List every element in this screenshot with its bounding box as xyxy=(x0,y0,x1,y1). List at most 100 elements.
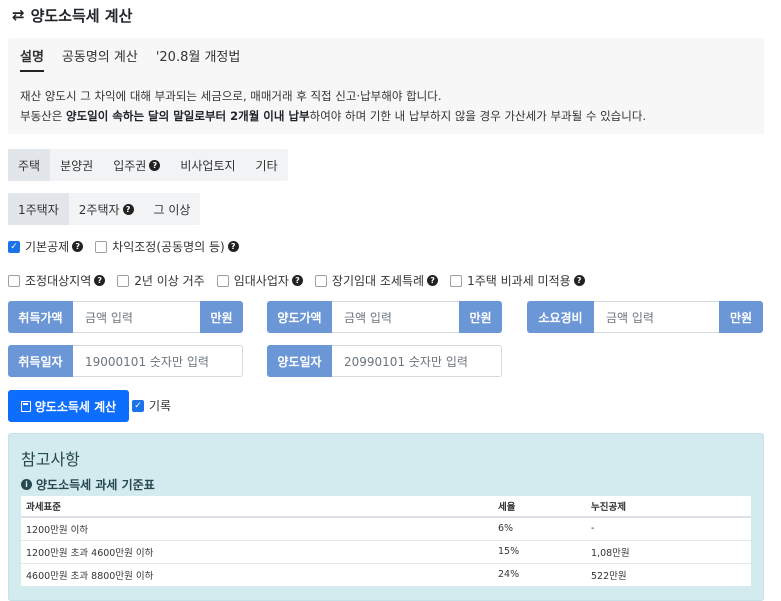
info-icon: i xyxy=(21,479,32,490)
non-taxable-exclusion-checkbox[interactable]: 1주택 비과세 미적용? xyxy=(450,272,585,289)
tab-2020-amendment[interactable]: '20.8월 개정법 xyxy=(156,46,241,72)
basic-deduction-checkbox[interactable]: 기본공제? xyxy=(8,238,84,255)
tab-one-house-label: 1주택자 xyxy=(18,202,59,217)
transfer-date-group: 양도일자 20990101 숫자만 입력 xyxy=(267,345,502,377)
expense-input[interactable]: 금액 입력 xyxy=(594,301,719,333)
help-icon[interactable]: ? xyxy=(122,203,134,215)
checkbox-checked-icon[interactable] xyxy=(8,240,20,253)
options-row-1: 기본공제? 차익조정(공동명의 등)? xyxy=(8,238,251,255)
transfer-price-unit: 만원 xyxy=(459,301,502,333)
info-panel: 설명 공동명의 계산 '20.8월 개정법 재산 양도시 그 차익에 대해 부과… xyxy=(8,38,764,134)
two-year-residence-label: 2년 이상 거주 xyxy=(134,274,205,288)
basic-deduction-label: 기본공제 xyxy=(25,240,70,254)
acquire-date-input[interactable]: 19000101 숫자만 입력 xyxy=(73,345,243,377)
tab-two-houses-label: 2주택자 xyxy=(78,202,120,217)
cell-tax-base: 4600만원 초과 8800만원 이하 xyxy=(21,562,493,586)
transfer-price-input[interactable]: 금액 입력 xyxy=(332,301,459,333)
help-icon[interactable]: ? xyxy=(427,275,439,286)
table-row: 1200만원 이하 6% - xyxy=(21,516,751,540)
calculator-icon xyxy=(20,400,31,412)
reference-panel: 참고사항 i 양도소득세 과세 기준표 과세표준 세율 누진공제 1200만원 … xyxy=(8,433,764,601)
tab-non-business-land[interactable]: 비사업토지 xyxy=(170,149,245,181)
tab-joint-calculation[interactable]: 공동명의 계산 xyxy=(62,46,138,72)
cell-deduction: - xyxy=(586,516,751,540)
tab-presale-right[interactable]: 분양권 xyxy=(50,149,103,181)
help-icon[interactable]: ? xyxy=(227,241,239,252)
tax-rate-table: 과세표준 세율 누진공제 1200만원 이하 6% - 1200만원 초과 46… xyxy=(21,496,751,586)
cell-tax-rate: 6% xyxy=(493,516,586,540)
checkbox-icon[interactable] xyxy=(216,274,229,287)
acquire-date-group: 취득일자 19000101 숫자만 입력 xyxy=(8,345,243,377)
acquire-price-input[interactable]: 금액 입력 xyxy=(73,301,200,333)
transfer-date-input[interactable]: 20990101 숫자만 입력 xyxy=(332,345,502,377)
tab-one-house[interactable]: 1주택자 xyxy=(8,193,69,225)
checkbox-icon[interactable] xyxy=(95,240,108,253)
transfer-price-label: 양도가액 xyxy=(267,301,332,333)
tab-house[interactable]: 주택 xyxy=(8,149,51,181)
non-taxable-exclusion-label: 1주택 비과세 미적용 xyxy=(467,274,571,288)
help-icon[interactable]: ? xyxy=(72,241,84,252)
info-description: 재산 양도시 그 차익에 대해 부과되는 세금으로, 매매거래 후 직접 신고·… xyxy=(20,86,646,126)
checkbox-icon[interactable] xyxy=(8,274,20,287)
long-term-rental-checkbox[interactable]: 장기임대 조세특례? xyxy=(314,272,439,289)
tab-two-houses[interactable]: 2주택자? xyxy=(69,193,144,225)
checkbox-icon[interactable] xyxy=(117,274,130,287)
rental-business-label: 임대사업자 xyxy=(233,274,289,288)
tab-more-houses-label: 그 이상 xyxy=(153,202,191,217)
swap-arrows-icon: ⇄ xyxy=(12,6,25,24)
info-line-2-bold: 양도일이 속하는 달의 말일로부터 2개월 이내 납부 xyxy=(65,109,310,123)
reference-subtitle-text: 양도소득세 과세 기준표 xyxy=(36,478,155,492)
cell-tax-base: 1200만원 이하 xyxy=(21,516,493,540)
acquire-date-label: 취득일자 xyxy=(8,345,73,377)
cell-tax-rate: 15% xyxy=(493,539,586,563)
tab-occupancy-right-label: 입주권 xyxy=(113,158,147,173)
tab-more-houses[interactable]: 그 이상 xyxy=(144,193,201,225)
tab-house-label: 주택 xyxy=(18,158,41,173)
acquire-price-unit: 만원 xyxy=(200,301,243,333)
header-tax-rate: 세율 xyxy=(493,496,586,518)
expense-label: 소요경비 xyxy=(527,301,594,333)
regulated-area-label: 조정대상지역 xyxy=(25,274,92,288)
checkbox-checked-icon[interactable] xyxy=(132,399,144,412)
record-checkbox[interactable]: 기록 xyxy=(132,397,171,414)
info-line-1: 재산 양도시 그 차익에 대해 부과되는 세금으로, 매매거래 후 직접 신고·… xyxy=(20,89,442,103)
regulated-area-checkbox[interactable]: 조정대상지역? xyxy=(8,272,106,289)
page-title-text: 양도소득세 계산 xyxy=(30,6,133,25)
property-type-tabs: 주택 분양권 입주권? 비사업토지 기타 xyxy=(8,149,288,181)
help-icon[interactable]: ? xyxy=(94,275,106,286)
cell-tax-base: 1200만원 초과 4600만원 이하 xyxy=(21,539,493,563)
tab-non-business-land-label: 비사업토지 xyxy=(180,158,236,173)
header-progressive-deduction: 누진공제 xyxy=(586,496,751,518)
info-line-2: 부동산은 양도일이 속하는 달의 말일로부터 2개월 이내 납부하여야 하며 기… xyxy=(20,106,646,126)
checkbox-icon[interactable] xyxy=(314,274,327,287)
checkbox-icon[interactable] xyxy=(450,274,463,287)
house-count-tabs: 1주택자 2주택자? 그 이상 xyxy=(8,193,201,225)
calculate-button[interactable]: 양도소득세 계산 xyxy=(8,390,129,422)
page-title: ⇄ 양도소득세 계산 xyxy=(12,4,132,26)
expense-unit: 만원 xyxy=(719,301,763,333)
table-header-row: 과세표준 세율 누진공제 xyxy=(21,496,751,518)
tab-occupancy-right[interactable]: 입주권? xyxy=(103,149,170,181)
help-icon[interactable]: ? xyxy=(573,275,585,286)
transfer-date-label: 양도일자 xyxy=(267,345,332,377)
acquire-price-label: 취득가액 xyxy=(8,301,73,333)
help-icon[interactable]: ? xyxy=(149,159,161,171)
rental-business-checkbox[interactable]: 임대사업자? xyxy=(216,272,303,289)
acquire-price-group: 취득가액 금액 입력 만원 xyxy=(8,301,243,333)
reference-subtitle: i 양도소득세 과세 기준표 xyxy=(21,476,155,493)
info-tabs: 설명 공동명의 계산 '20.8월 개정법 xyxy=(20,46,240,72)
expense-group: 소요경비 금액 입력 만원 xyxy=(527,301,763,333)
tab-presale-right-label: 분양권 xyxy=(60,158,94,173)
cell-deduction: 522만원 xyxy=(586,562,751,586)
gain-adjust-checkbox[interactable]: 차익조정(공동명의 등)? xyxy=(95,238,239,255)
info-line-2-a: 부동산은 xyxy=(20,109,66,123)
long-term-rental-label: 장기임대 조세특례 xyxy=(331,274,425,288)
tab-description[interactable]: 설명 xyxy=(20,46,44,72)
two-year-residence-checkbox[interactable]: 2년 이상 거주 xyxy=(117,272,205,289)
cell-deduction: 1,08만원 xyxy=(586,539,751,563)
tab-other[interactable]: 기타 xyxy=(246,149,288,181)
options-row-2: 조정대상지역? 2년 이상 거주 임대사업자? 장기임대 조세특례? 1주택 비… xyxy=(8,272,597,289)
help-icon[interactable]: ? xyxy=(291,275,303,286)
transfer-price-group: 양도가액 금액 입력 만원 xyxy=(267,301,502,333)
gain-adjust-label: 차익조정(공동명의 등) xyxy=(112,240,225,254)
